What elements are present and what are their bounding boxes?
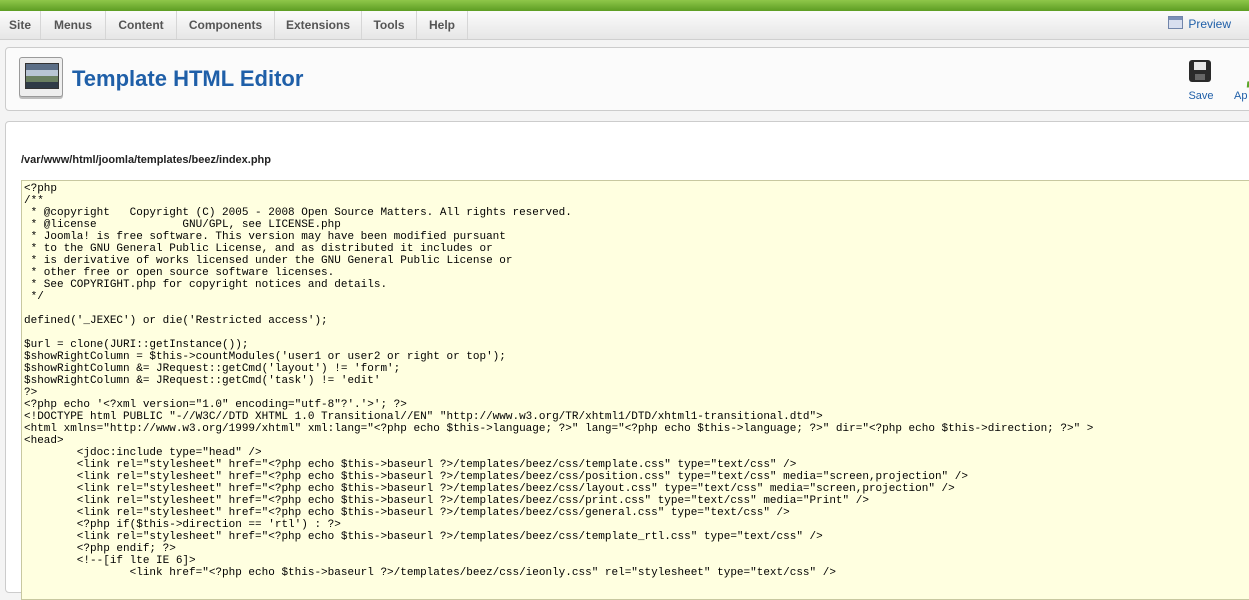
top-accent-bar [0, 0, 1249, 11]
code-line: <?php [24, 183, 58, 195]
code-line: <!--[if lte IE 6]> [24, 555, 196, 567]
save-button[interactable]: Save [1178, 60, 1224, 106]
preview-link[interactable]: Preview [1168, 11, 1231, 37]
menu-content[interactable]: Content [106, 11, 177, 39]
code-line: <link rel="stylesheet" href="<?php echo … [24, 483, 955, 495]
menu-help[interactable]: Help [417, 11, 468, 39]
code-line: */ [24, 291, 44, 303]
code-line: <jdoc:include type="head" /> [24, 447, 262, 459]
code-line: <link rel="stylesheet" href="<?php echo … [24, 531, 823, 543]
menu-components[interactable]: Components [177, 11, 275, 39]
code-line: defined('_JEXEC') or die('Restricted acc… [24, 315, 328, 327]
save-icon [1189, 60, 1211, 82]
code-line: <link href="<?php echo $this->baseurl ?>… [24, 567, 836, 579]
code-line: * Joomla! is free software. This version… [24, 231, 506, 243]
code-line: <link rel="stylesheet" href="<?php echo … [24, 507, 790, 519]
apply-label: Ap [1234, 90, 1248, 102]
code-line: $url = clone(JURI::getInstance()); [24, 339, 249, 351]
code-line: <link rel="stylesheet" href="<?php echo … [24, 495, 869, 507]
code-line: * @license GNU/GPL, see LICENSE.php [24, 219, 341, 231]
code-line: * to the GNU General Public License, and… [24, 243, 493, 255]
code-line: ?> [24, 387, 38, 399]
menu-menus[interactable]: Menus [41, 11, 106, 39]
code-line: <!DOCTYPE html PUBLIC "-//W3C//DTD XHTML… [24, 411, 823, 423]
code-line: * @copyright Copyright (C) 2005 - 2008 O… [24, 207, 572, 219]
menu-tools[interactable]: Tools [362, 11, 417, 39]
save-label: Save [1188, 90, 1214, 102]
code-line: <html xmlns="http://www.w3.org/1999/xhtm… [24, 423, 1094, 435]
menu-site[interactable]: Site [0, 11, 41, 39]
code-line: * other free or open source software lic… [24, 267, 335, 279]
code-line: $showRightColumn = $this->countModules('… [24, 351, 506, 363]
admin-menu-bar: Site Menus Content Components Extensions… [0, 11, 1249, 40]
menu-extensions[interactable]: Extensions [275, 11, 362, 39]
code-line: <?php endif; ?> [24, 543, 176, 555]
code-line: $showRightColumn &= JRequest::getCmd('ta… [24, 375, 381, 387]
preview-icon [1168, 16, 1184, 29]
toolbar-box: Template HTML Editor Save Ap [5, 47, 1249, 111]
code-line: $showRightColumn &= JRequest::getCmd('la… [24, 363, 401, 375]
code-editor[interactable]: <?php/** * @copyright Copyright (C) 2005… [21, 180, 1249, 600]
preview-label: Preview [1188, 17, 1231, 31]
code-line: * is derivative of works licensed under … [24, 255, 513, 267]
editor-panel: /var/www/html/joomla/templates/beez/inde… [5, 121, 1249, 600]
template-icon [19, 57, 63, 97]
code-line: <link rel="stylesheet" href="<?php echo … [24, 459, 797, 471]
apply-button[interactable]: Ap [1226, 57, 1249, 106]
file-path: /var/www/html/joomla/templates/beez/inde… [21, 154, 271, 166]
code-line: <?php echo '<?xml version="1.0" encoding… [24, 399, 407, 411]
code-line: /** [24, 195, 44, 207]
apply-icon [1232, 57, 1249, 93]
code-line: <head> [24, 435, 64, 447]
code-line: <?php if($this->direction == 'rtl') : ?> [24, 519, 341, 531]
code-line: * See COPYRIGHT.php for copyright notice… [24, 279, 388, 291]
code-line: <link rel="stylesheet" href="<?php echo … [24, 471, 968, 483]
page-title: Template HTML Editor [72, 66, 304, 91]
